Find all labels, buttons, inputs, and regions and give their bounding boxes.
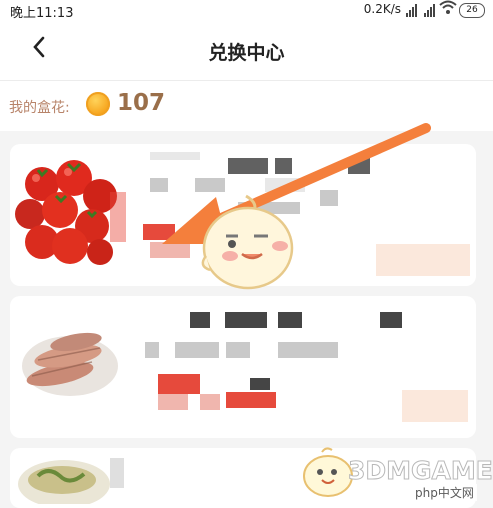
app-header: 兑换中心 <box>0 22 493 81</box>
tomato-image <box>15 160 117 265</box>
battery-icon: 26 <box>459 3 485 18</box>
points-value: 107 <box>117 90 166 116</box>
taro-image <box>22 332 118 396</box>
status-time: 晚上11:13 <box>10 6 74 21</box>
coin-icon <box>86 92 110 116</box>
points-bar: 我的盒花: 107 <box>0 81 493 131</box>
status-bar: 晚上11:13 0.2K/s 26 <box>0 0 493 22</box>
watermark-site: php中文网 <box>412 484 477 501</box>
soup-image <box>18 460 110 504</box>
network-speed: 0.2K/s <box>363 2 401 16</box>
page-title: 兑换中心 <box>208 42 285 64</box>
points-label: 我的盒花: <box>9 100 70 116</box>
mascot-illustration <box>201 194 294 290</box>
signal-icon <box>424 4 435 17</box>
wifi-icon <box>439 0 457 20</box>
product-card[interactable] <box>10 296 476 438</box>
signal-icon <box>406 4 417 17</box>
watermark-brand: 3DMGAME <box>348 456 493 486</box>
